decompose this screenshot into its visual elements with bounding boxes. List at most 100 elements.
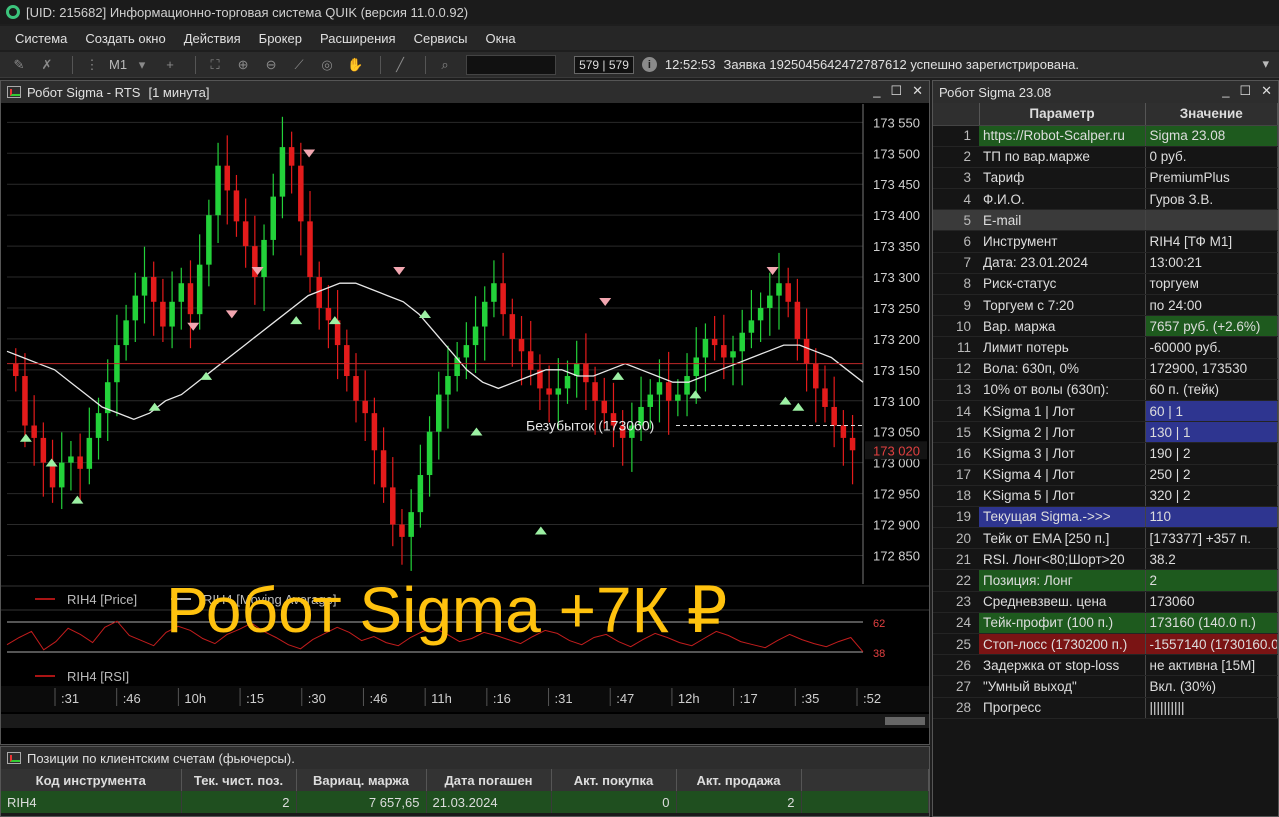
- menu-system[interactable]: Система: [6, 31, 76, 46]
- column-header-empty: [801, 769, 929, 791]
- table-icon: [7, 752, 21, 764]
- candle-body: [463, 345, 470, 358]
- hand-icon[interactable]: ✋: [344, 56, 366, 74]
- zoom-out-icon[interactable]: ⊖: [260, 56, 282, 74]
- row-param: Дата: 23.01.2024: [979, 252, 1146, 274]
- robot-row[interactable]: 2 ТП по вар.марже 0 руб.: [933, 146, 1278, 168]
- crosshair-icon[interactable]: +: [159, 56, 181, 74]
- row-param: Вола: 630п, 0%: [979, 358, 1146, 380]
- status-time: 12:52:53: [664, 57, 716, 72]
- column-header[interactable]: Дата погашен: [426, 769, 552, 791]
- candle-body: [58, 462, 65, 488]
- fit-icon[interactable]: ⛶: [204, 56, 226, 74]
- robot-row[interactable]: 15 KSigma 2 | Лот 130 | 1: [933, 421, 1278, 444]
- search-icon[interactable]: ⌕: [434, 56, 456, 74]
- zoom-in-icon[interactable]: ⊕: [232, 56, 254, 74]
- time-tick-label: :31: [555, 691, 573, 706]
- column-header[interactable]: Код инструмента: [1, 769, 182, 791]
- minimize-icon[interactable]: _: [1222, 83, 1229, 99]
- row-value: 38.2: [1145, 548, 1278, 571]
- candle-body: [40, 437, 47, 463]
- row-value: 110: [1145, 506, 1278, 529]
- robot-row[interactable]: 9 Торгуем с 7:20 по 24:00: [933, 294, 1278, 317]
- chart-settings-icon[interactable]: ⋮: [81, 56, 103, 74]
- interval-select[interactable]: M1: [109, 57, 127, 72]
- row-param: Торгуем с 7:20: [979, 294, 1146, 317]
- candle-body: [491, 283, 497, 302]
- close-icon[interactable]: ✕: [912, 83, 923, 99]
- menu-extensions[interactable]: Расширения: [311, 31, 405, 46]
- robot-row[interactable]: 22 Позиция: Лонг 2: [933, 569, 1278, 592]
- robot-row[interactable]: 4 Ф.И.О. Гуров З.В.: [933, 188, 1278, 211]
- menu-broker[interactable]: Брокер: [250, 31, 311, 46]
- row-index: 3: [933, 167, 979, 190]
- column-header[interactable]: Вариац. маржа: [296, 769, 427, 791]
- robot-row[interactable]: 18 KSigma 5 | Лот 320 | 2: [933, 485, 1278, 507]
- robot-row[interactable]: 11 Лимит потерь -60000 руб.: [933, 336, 1278, 359]
- chevron-down-icon[interactable]: ▾: [131, 56, 153, 74]
- row-param: Риск-статус: [979, 273, 1146, 296]
- robot-row[interactable]: 23 Средневзвеш. цена 173060: [933, 591, 1278, 613]
- robot-row[interactable]: 24 Тейк-профит (100 п.) 173160 (140.0 п.): [933, 612, 1278, 635]
- candle-body: [86, 437, 93, 469]
- robot-row[interactable]: 21 RSI. Лонг<80;Шорт>20 38.2: [933, 548, 1278, 571]
- row-value: 130 | 1: [1145, 421, 1278, 444]
- status-message: Заявка 1925045642472787612 успешно зарег…: [723, 57, 1079, 72]
- menu-actions[interactable]: Действия: [175, 31, 250, 46]
- robot-row[interactable]: 17 KSigma 4 | Лот 250 | 2: [933, 464, 1278, 486]
- robot-row[interactable]: 25 Стоп-лосс (1730200 п.) -1557140 (173016…: [933, 633, 1278, 656]
- close-icon[interactable]: ✕: [1261, 83, 1272, 99]
- candle-body: [693, 357, 699, 377]
- robot-row[interactable]: 16 KSigma 3 | Лот 190 | 2: [933, 442, 1278, 465]
- robot-row[interactable]: 1 https://Robot-Scalper.ru Sigma 23.08: [933, 125, 1278, 147]
- robot-row[interactable]: 28 Прогресс ||||||||||: [933, 697, 1278, 719]
- robot-row[interactable]: 12 Вола: 630п, 0% 172900, 173530: [933, 358, 1278, 380]
- candle-body: [13, 363, 19, 377]
- row-value: 60 | 1: [1145, 400, 1278, 423]
- column-header-param[interactable]: Параметр: [979, 103, 1146, 126]
- robot-row[interactable]: 19 Текущая Sigma.->>> 110: [933, 506, 1278, 529]
- search-input[interactable]: [466, 54, 557, 75]
- menu-create-window[interactable]: Создать окно: [76, 31, 174, 46]
- row-value: не активна [15M]: [1145, 654, 1278, 677]
- robot-row[interactable]: 3 Тариф PremiumPlus: [933, 167, 1278, 190]
- robot-row[interactable]: 6 Инструмент RIH4 [ТФ M1]: [933, 230, 1278, 253]
- row-value: Вкл. (30%): [1145, 675, 1278, 698]
- scroll-track: [1, 714, 929, 728]
- line-icon[interactable]: ╱: [389, 56, 411, 74]
- robot-row[interactable]: 27 "Умный выход" Вкл. (30%): [933, 675, 1278, 698]
- robot-row[interactable]: 26 Задержка от stop-loss не активна [15M]: [933, 654, 1278, 677]
- row-param: KSigma 1 | Лот: [979, 400, 1146, 423]
- menu-windows[interactable]: Окна: [476, 31, 524, 46]
- robot-row[interactable]: 10 Вар. маржа 7657 руб. (+2.6%): [933, 315, 1278, 338]
- robot-row[interactable]: 8 Риск-статус торгуем: [933, 273, 1278, 296]
- table-row[interactable]: RIH4 2 7 657,65 21.03.2024 0 2: [1, 791, 929, 813]
- price-chart[interactable]: 173 550 173 500 173 450 173 400 173 350 173 3…: [1, 104, 929, 744]
- column-header[interactable]: Тек. чист. поз.: [181, 769, 297, 791]
- column-header[interactable]: Акт. продажа: [676, 769, 802, 791]
- target-icon[interactable]: ◎: [316, 56, 338, 74]
- robot-row[interactable]: 5 E-mail: [933, 209, 1278, 232]
- maximize-icon[interactable]: ☐: [1239, 83, 1251, 99]
- robot-row[interactable]: 20 Тейк от EMA [250 п.] [173377] +357 п.: [933, 527, 1278, 550]
- row-value: 7657 руб. (+2.6%): [1145, 315, 1278, 338]
- robot-row[interactable]: 13 10% от волы (630п): 60 п. (тейк): [933, 379, 1278, 401]
- robot-row[interactable]: 14 KSigma 1 | Лот 60 | 1: [933, 400, 1278, 423]
- y-tick-label: 173 350: [873, 239, 920, 254]
- scroll-thumb[interactable]: [885, 717, 925, 725]
- minimize-icon[interactable]: _: [873, 83, 880, 99]
- column-header-value[interactable]: Значение: [1145, 103, 1278, 126]
- chevron-down-icon[interactable]: ▾: [1262, 56, 1269, 72]
- row-index: 25: [933, 633, 979, 656]
- row-value: 173160 (140.0 п.): [1145, 612, 1278, 635]
- robot-row[interactable]: 7 Дата: 23.01.2024 13:00:21: [933, 252, 1278, 274]
- menu-services[interactable]: Сервисы: [405, 31, 477, 46]
- y-tick-label: 172 850: [873, 548, 920, 563]
- row-param: Средневзвеш. цена: [979, 591, 1146, 613]
- pencil-icon[interactable]: ✎: [8, 56, 30, 74]
- column-header[interactable]: Акт. покупка: [551, 769, 677, 791]
- clear-drawings-icon[interactable]: ✗: [36, 56, 58, 74]
- candle-body: [813, 363, 819, 389]
- maximize-icon[interactable]: ☐: [890, 83, 902, 99]
- ruler-icon[interactable]: ⟋: [288, 56, 310, 74]
